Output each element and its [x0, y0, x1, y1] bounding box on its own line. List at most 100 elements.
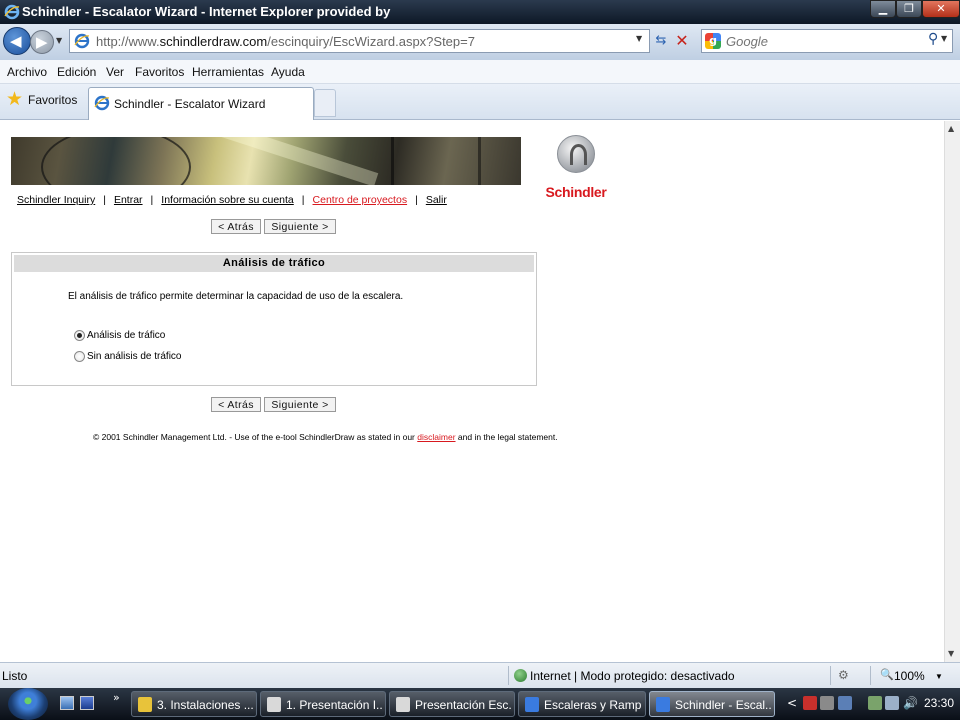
panel-description: El análisis de tráfico permite determina…	[68, 291, 404, 302]
radio-sin-analisis-trafico[interactable]	[74, 351, 85, 362]
back-step-button-bottom[interactable]: < Atrás	[211, 397, 261, 412]
search-options-dropdown[interactable]: ▼	[941, 34, 947, 43]
google-icon: g	[705, 33, 721, 49]
taskbar-button-presentacion-1[interactable]: 1. Presentación I...	[260, 691, 386, 717]
network-tray-icon[interactable]	[885, 696, 899, 710]
taskbar-button-schindler-escalator[interactable]: Schindler - Escal...	[649, 691, 775, 717]
back-step-button-top[interactable]: < Atrás	[211, 219, 261, 234]
zoom-magnifier-icon[interactable]: 🔍	[880, 668, 894, 681]
menu-favoritos[interactable]: Favoritos	[135, 65, 184, 79]
search-icon[interactable]: ⚲	[928, 31, 938, 47]
next-step-button-bottom[interactable]: Siguiente >	[264, 397, 336, 412]
document-icon	[396, 697, 410, 712]
nav-separator: |	[301, 194, 305, 206]
taskbar-label: Escaleras y Ramp...	[544, 698, 642, 712]
radio-label-analisis-trafico[interactable]: Análisis de tráfico	[87, 330, 165, 341]
radio-analisis-trafico[interactable]	[74, 330, 85, 341]
link-salir[interactable]: Salir	[426, 194, 447, 206]
tool-tray-icon[interactable]	[820, 696, 834, 710]
address-field[interactable]: http://www.schindlerdraw.com/escinquiry/…	[69, 29, 650, 53]
recent-pages-dropdown[interactable]: ▼	[56, 36, 62, 45]
link-centro-proyectos[interactable]: Centro de proyectos	[313, 194, 408, 206]
schindler-logo-text: Schindler	[545, 184, 607, 200]
menu-edicion[interactable]: Edición	[57, 65, 96, 79]
new-tab-button[interactable]	[314, 89, 336, 117]
back-button[interactable]: ◀	[3, 27, 31, 55]
vertical-scrollbar[interactable]: ▲ ▼	[944, 121, 960, 662]
link-schindler-inquiry[interactable]: Schindler Inquiry	[17, 194, 95, 206]
link-entrar[interactable]: Entrar	[114, 194, 143, 206]
address-url: http://www.schindlerdraw.com/escinquiry/…	[96, 34, 475, 49]
status-bar: Listo Internet | Modo protegido: desacti…	[0, 662, 960, 688]
schindler-logo: Schindler	[544, 135, 608, 205]
nav-separator: |	[150, 194, 154, 206]
antivirus-tray-icon[interactable]	[803, 696, 817, 710]
maximize-button[interactable]: ❐	[896, 0, 922, 18]
window-title-bar: Schindler - Escalator Wizard - Internet …	[0, 0, 960, 24]
copyright-text: © 2001 Schindler Management Ltd. - Use o…	[93, 432, 415, 442]
navigation-bar: ◀ ▶ ▼ http://www.schindlerdraw.com/escin…	[0, 24, 960, 60]
page-favicon-icon	[74, 33, 90, 49]
switch-windows-icon[interactable]	[80, 696, 94, 710]
close-button[interactable]: ✕	[922, 0, 960, 18]
next-step-button-top[interactable]: Siguiente >	[264, 219, 336, 234]
scroll-down-icon[interactable]: ▼	[948, 649, 954, 658]
security-zone-text[interactable]: Internet | Modo protegido: desactivado	[530, 669, 735, 683]
link-informacion-cuenta[interactable]: Información sobre su cuenta	[161, 194, 294, 206]
taskbar-clock[interactable]: 23:30	[924, 696, 954, 710]
page-content: Schindler Schindler Inquiry | Entrar | Infor…	[0, 121, 944, 662]
scroll-up-icon[interactable]: ▲	[948, 124, 954, 133]
battery-tray-icon[interactable]	[868, 696, 882, 710]
zoom-level[interactable]: 100%	[894, 669, 925, 683]
window-title: Schindler - Escalator Wizard - Internet …	[22, 4, 391, 19]
menu-ayuda[interactable]: Ayuda	[271, 65, 305, 79]
monitor-tray-icon[interactable]	[838, 696, 852, 710]
tab-title: Schindler - Escalator Wizard	[114, 97, 266, 111]
windows-taskbar: » 3. Instalaciones ... 1. Presentación I…	[0, 688, 960, 720]
copyright-notice: © 2001 Schindler Management Ltd. - Use o…	[93, 432, 558, 442]
menu-herramientas[interactable]: Herramientas	[192, 65, 264, 79]
refresh-icon: ⇆	[655, 33, 667, 48]
stop-button[interactable]: ✕	[672, 30, 692, 52]
document-icon	[267, 697, 281, 712]
status-text: Listo	[2, 669, 28, 683]
volume-icon[interactable]: 🔊	[903, 696, 918, 710]
forward-button[interactable]: ▶	[30, 30, 54, 54]
taskbar-label: 1. Presentación I...	[286, 698, 382, 712]
site-navigation: Schindler Inquiry | Entrar | Información sob…	[17, 194, 447, 206]
start-button[interactable]	[8, 688, 48, 720]
tray-expand-icon[interactable]: <	[787, 696, 797, 710]
minimize-button[interactable]: ▁	[870, 0, 896, 18]
taskbar-button-instalaciones[interactable]: 3. Instalaciones ...	[131, 691, 257, 717]
panel-title: Análisis de tráfico	[14, 255, 534, 272]
taskbar-label: Schindler - Escal...	[675, 698, 771, 712]
radio-label-sin-analisis-trafico[interactable]: Sin análisis de tráfico	[87, 351, 182, 362]
search-input[interactable]	[726, 32, 926, 50]
taskbar-button-escaleras-rampas[interactable]: Escaleras y Ramp...	[518, 691, 646, 717]
arrow-left-icon: ◀	[10, 32, 22, 50]
tab-favicon-icon	[94, 95, 110, 111]
tab-schindler-escalator-wizard[interactable]: Schindler - Escalator Wizard	[88, 87, 314, 120]
favorites-button[interactable]: Favoritos	[28, 93, 77, 107]
taskbar-button-presentacion-esc[interactable]: Presentación Esc...	[389, 691, 515, 717]
internet-zone-globe-icon	[514, 669, 527, 682]
arrow-right-icon: ▶	[36, 33, 48, 51]
stop-icon: ✕	[675, 31, 689, 50]
menu-archivo[interactable]: Archivo	[7, 65, 47, 79]
popup-blocker-icon[interactable]: ⚙	[838, 668, 849, 682]
zoom-dropdown[interactable]: ▼	[935, 672, 943, 681]
menu-bar: Archivo Edición Ver Favoritos Herramient…	[0, 60, 960, 84]
menu-ver[interactable]: Ver	[106, 65, 124, 79]
internet-explorer-icon	[656, 697, 670, 712]
quick-launch-more[interactable]: »	[113, 691, 120, 704]
folder-icon	[138, 697, 152, 712]
favorites-star-icon[interactable]: ★	[6, 90, 24, 109]
tab-bar: ★ Favoritos Schindler - Escalator Wizard	[0, 84, 960, 120]
refresh-button[interactable]: ⇆	[651, 30, 671, 52]
disclaimer-link[interactable]: disclaimer	[417, 432, 455, 442]
address-dropdown[interactable]: ▼	[636, 34, 642, 43]
search-box: g ⚲	[701, 29, 953, 53]
internet-explorer-icon	[525, 697, 539, 712]
internet-explorer-icon	[4, 4, 20, 20]
show-desktop-icon[interactable]	[60, 696, 74, 710]
